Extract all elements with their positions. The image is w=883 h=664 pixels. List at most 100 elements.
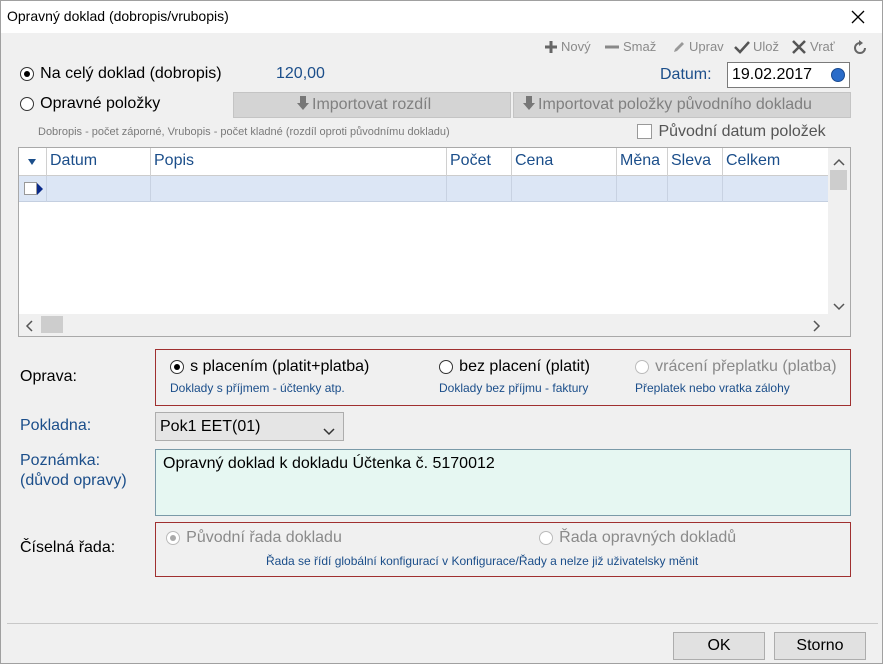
minus-icon [604,40,620,54]
original-series-radio [166,531,180,546]
overpayment-radio [635,360,649,375]
overpayment-sub: Přeplatek nebo vratka zálohy [635,381,790,395]
hint-text: Dobropis - počet záporné, Vrubopis - poč… [38,126,450,138]
column-header-celkem[interactable]: Celkem [723,148,829,176]
correction-series-option: Řada opravných dokladů [539,529,736,547]
oprava-option-no-payment[interactable]: bez placení (platit) [439,358,590,376]
column-header-sleva[interactable]: Sleva [668,148,723,176]
window-title: Opravný doklad (dobropis/vrubopis) [7,8,229,24]
whole-document-amount: 120,00 [276,65,325,82]
correction-items-label: Opravné položky [40,95,161,112]
correction-items-radio[interactable] [20,97,34,112]
import-difference-label: Importovat rozdíl [312,96,432,113]
overpayment-label: vrácení přeplatku (platba) [655,358,837,375]
original-date-checkbox[interactable] [637,124,652,140]
title-bar: Opravný doklad (dobropis/vrubopis) [1,1,882,33]
whole-document-radio[interactable] [20,67,34,82]
grid-header: Datum Popis Počet Cena Měna Sleva Celkem [19,148,829,176]
cell-celkem[interactable] [723,176,829,202]
vertical-scroll-thumb[interactable] [830,170,847,190]
ciselna-rada-note: Řada se řídí globální konfigurací v Konf… [266,554,699,568]
column-header-mena[interactable]: Měna [617,148,668,176]
import-original-items-label: Importovat položky původního dokladu [538,96,812,113]
correction-series-label: Řada opravných dokladů [559,529,737,546]
cell-popis[interactable] [151,176,447,202]
correction-series-radio [539,531,553,546]
save-label: Ulož [753,39,780,54]
sort-indicator-icon[interactable] [19,148,47,176]
pokladna-select[interactable]: Pok1 EET(01) [155,412,344,441]
calendar-icon[interactable] [831,68,845,82]
no-payment-label: bez placení (platit) [459,358,590,375]
revert-label: Vrať [810,39,835,54]
arrow-down-icon [522,95,536,116]
row-selector[interactable] [19,176,47,202]
ciselna-rada-group: Původní řada dokladu Řada opravných dokl… [155,522,851,577]
chevron-left-icon[interactable] [25,319,33,336]
original-date-checkbox-row[interactable]: Původní datum položek [637,123,826,141]
poznamka-sublabel: (důvod opravy) [20,472,127,489]
original-series-option: Původní řada dokladu [166,529,342,547]
chevron-down-icon [323,423,335,441]
correction-items-radio-row[interactable]: Opravné položky [20,95,160,113]
cell-mena[interactable] [617,176,668,202]
horizontal-scroll-thumb[interactable] [41,316,63,333]
cancel-button[interactable]: Storno [774,632,866,660]
chevron-up-icon[interactable] [833,153,845,170]
payment-sub: Doklady s příjmem - účtenky atp. [170,381,345,395]
arrow-down-icon [296,95,310,116]
vertical-scrollbar[interactable] [828,148,850,316]
delete-label: Smaž [623,39,657,54]
ciselna-rada-label: Číselná řada: [20,539,116,556]
pokladna-label: Pokladna: [20,417,92,434]
chevron-down-icon[interactable] [833,298,845,315]
no-payment-sub: Doklady bez příjmu - faktury [439,381,589,395]
payment-radio[interactable] [170,360,184,375]
save-button[interactable]: Ulož [734,39,779,54]
payment-label: s placením (platit+platba) [190,358,370,375]
dialog-window: Opravný doklad (dobropis/vrubopis) Nový … [0,0,883,664]
column-header-cena[interactable]: Cena [512,148,617,176]
chevron-right-icon[interactable] [813,319,821,336]
oprava-option-overpayment: vrácení přeplatku (platba) [635,358,837,376]
whole-document-label: Na celý doklad (dobropis) [40,65,222,82]
oprava-label: Oprava: [20,368,77,385]
no-payment-radio[interactable] [439,360,453,375]
new-label: Nový [561,39,591,54]
table-row[interactable] [19,176,829,202]
column-header-datum[interactable]: Datum [47,148,151,176]
poznamka-label: Poznámka: [20,452,101,469]
refresh-icon[interactable] [851,39,869,61]
oprava-option-payment[interactable]: s placením (platit+platba) [170,358,369,376]
whole-document-radio-row[interactable]: Na celý doklad (dobropis) [20,65,222,83]
items-grid[interactable]: Datum Popis Počet Cena Měna Sleva Celkem [18,147,851,337]
plus-icon [544,40,558,54]
pokladna-value: Pok1 EET(01) [160,418,261,435]
close-icon[interactable] [846,5,870,29]
horizontal-scrollbar[interactable] [19,314,850,336]
import-original-items-button[interactable]: Importovat položky původního dokladu [513,92,851,118]
original-date-label: Původní datum položek [658,123,826,140]
checkmark-icon [734,40,750,54]
cell-pocet[interactable] [447,176,512,202]
revert-button[interactable]: Vrať [791,39,835,54]
poznamka-value: Opravný doklad k dokladu Účtenka č. 5170… [163,455,495,472]
import-difference-button[interactable]: Importovat rozdíl [233,92,511,118]
poznamka-field[interactable]: Opravný doklad k dokladu Účtenka č. 5170… [155,449,851,516]
column-header-popis[interactable]: Popis [151,148,447,176]
pencil-icon [672,40,686,54]
cell-cena[interactable] [512,176,617,202]
date-value: 19.02.2017 [732,66,813,83]
cell-datum[interactable] [47,176,151,202]
oprava-group: s placením (platit+platba) Doklady s pří… [155,349,851,406]
new-button[interactable]: Nový [544,39,591,54]
delete-button[interactable]: Smaž [604,39,656,54]
ok-button[interactable]: OK [673,632,765,660]
edit-label: Uprav [689,39,724,54]
date-field[interactable]: 19.02.2017 [727,62,850,88]
edit-button[interactable]: Uprav [672,39,724,54]
cell-sleva[interactable] [668,176,723,202]
date-label: Datum: [660,66,712,83]
column-header-pocet[interactable]: Počet [447,148,512,176]
footer-separator [7,623,878,624]
